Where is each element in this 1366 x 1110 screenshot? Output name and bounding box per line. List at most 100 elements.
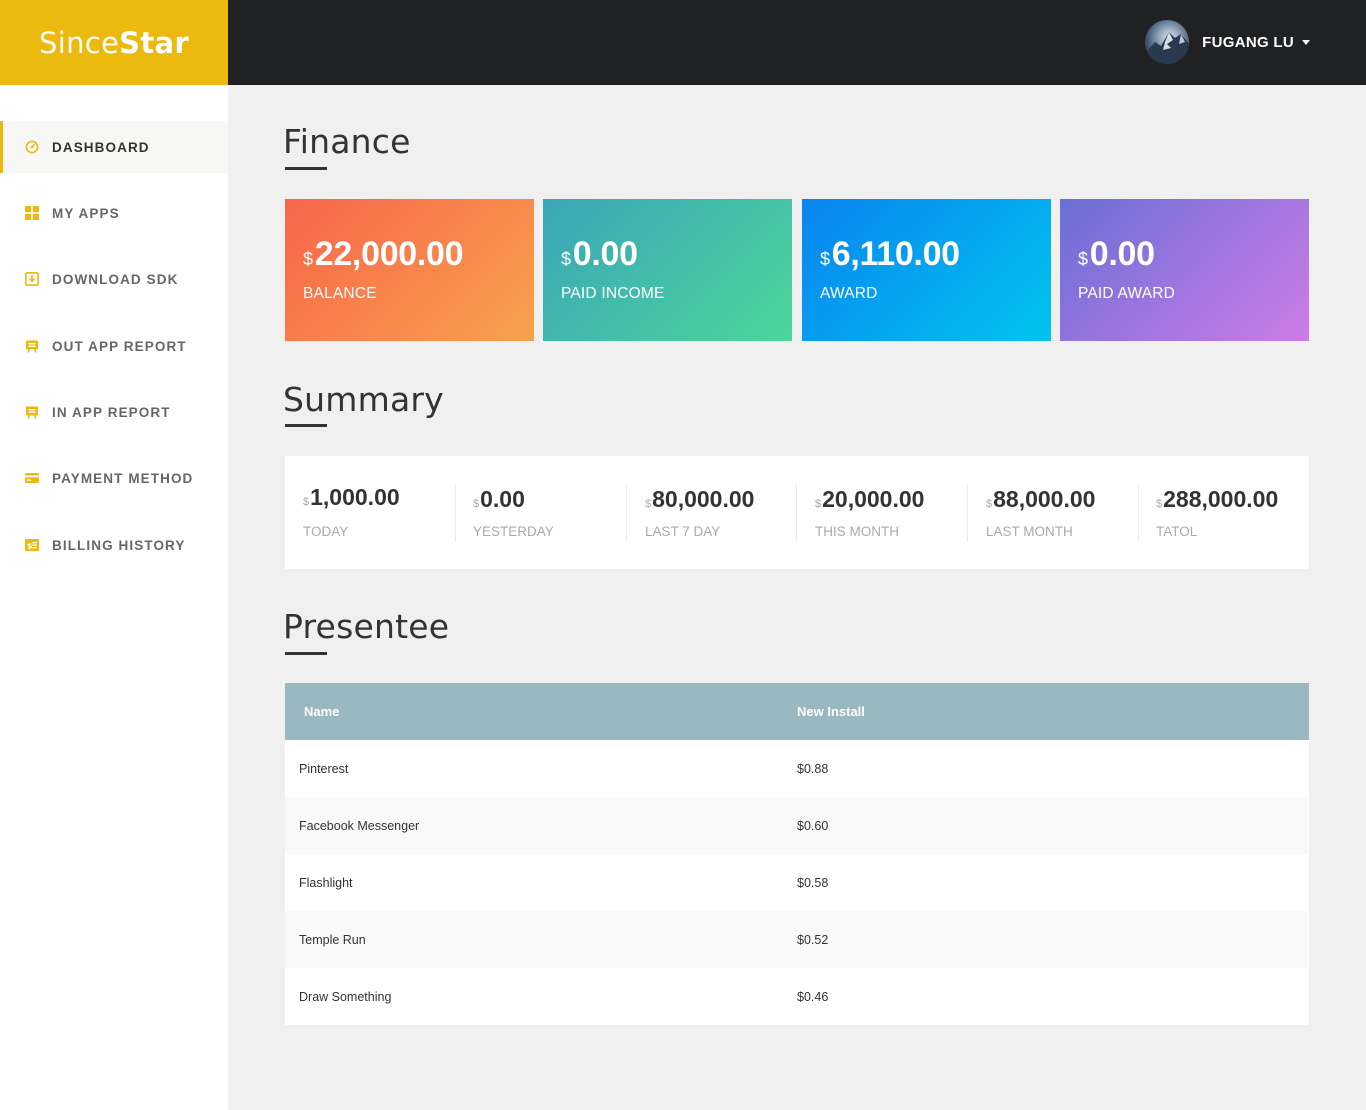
column-header-name[interactable]: Name bbox=[285, 704, 797, 719]
download-icon bbox=[25, 272, 39, 286]
user-name[interactable]: FUGANG LU bbox=[1202, 34, 1294, 51]
sidebar-item-download-sdk[interactable]: DOWNLOAD SDK bbox=[0, 253, 228, 305]
summary-value: 80,000.00 bbox=[652, 486, 755, 512]
finance-title: Finance bbox=[283, 122, 411, 161]
dashboard-icon bbox=[25, 140, 39, 154]
sidebar-item-out-app-report[interactable]: OUT APP REPORT bbox=[0, 320, 228, 372]
summary-label: LAST 7 DAY bbox=[645, 524, 721, 539]
summary-label: TATOL bbox=[1156, 524, 1198, 539]
divider bbox=[967, 484, 968, 542]
divider bbox=[1138, 484, 1139, 542]
table-header: Name New Install bbox=[285, 683, 1309, 740]
presentee-underline bbox=[285, 652, 327, 655]
summary-amount: $1,000.00 bbox=[303, 484, 400, 511]
currency-symbol: $ bbox=[815, 498, 822, 510]
sidebar: DASHBOARD MY APPS DOWNLOAD SDK OUT APP R… bbox=[0, 85, 228, 1110]
divider bbox=[626, 484, 627, 542]
sidebar-item-label: MY APPS bbox=[52, 205, 120, 221]
summary-value: 288,000.00 bbox=[1163, 486, 1279, 512]
balance-card[interactable]: $22,000.00 BALANCE bbox=[285, 199, 534, 341]
credit-card-icon bbox=[25, 471, 39, 485]
currency-symbol: $ bbox=[1156, 498, 1163, 510]
row-value: $0.52 bbox=[797, 932, 829, 947]
summary-label: LAST MONTH bbox=[986, 524, 1073, 539]
mountain-photo-icon bbox=[1145, 32, 1190, 64]
sidebar-item-payment-method[interactable]: PAYMENT METHOD bbox=[0, 452, 228, 504]
sidebar-item-label: BILLING HISTORY bbox=[52, 537, 186, 553]
card-value: 0.00 bbox=[1089, 235, 1155, 273]
row-name: Pinterest bbox=[299, 761, 349, 776]
sidebar-item-label: PAYMENT METHOD bbox=[52, 470, 194, 486]
summary-value: 88,000.00 bbox=[993, 486, 1096, 512]
table-row[interactable]: Flashlight $0.58 bbox=[285, 854, 1309, 911]
paid-award-card[interactable]: $0.00 PAID AWARD bbox=[1060, 199, 1309, 341]
sidebar-item-my-apps[interactable]: MY APPS bbox=[0, 187, 228, 239]
card-value: 0.00 bbox=[572, 235, 638, 273]
sidebar-item-label: DASHBOARD bbox=[52, 139, 150, 155]
user-menu[interactable]: FUGANG LU bbox=[1145, 20, 1310, 64]
sidebar-item-billing-history[interactable]: $ BILLING HISTORY bbox=[0, 519, 228, 571]
card-amount: $0.00 bbox=[561, 235, 638, 274]
sidebar-item-in-app-report[interactable]: IN APP REPORT bbox=[0, 386, 228, 438]
table-row[interactable]: Draw Something $0.46 bbox=[285, 968, 1309, 1025]
sidebar-item-label: DOWNLOAD SDK bbox=[52, 271, 179, 287]
table-row[interactable]: Facebook Messenger $0.60 bbox=[285, 797, 1309, 854]
currency-symbol: $ bbox=[645, 498, 652, 510]
card-amount: $22,000.00 bbox=[303, 235, 464, 274]
summary-underline bbox=[285, 424, 327, 427]
summary-title: Summary bbox=[283, 380, 444, 419]
currency-symbol: $ bbox=[1078, 249, 1088, 269]
summary-label: THIS MONTH bbox=[815, 524, 899, 539]
presentee-table: Name New Install Pinterest $0.88 Faceboo… bbox=[285, 683, 1309, 1025]
card-label: AWARD bbox=[820, 285, 878, 302]
presentee-title: Presentee bbox=[283, 607, 450, 646]
summary-label: YESTERDAY bbox=[473, 524, 554, 539]
report-icon bbox=[25, 405, 39, 419]
divider bbox=[455, 484, 456, 542]
currency-symbol: $ bbox=[820, 249, 830, 269]
summary-value: 0.00 bbox=[480, 486, 525, 512]
card-label: PAID AWARD bbox=[1078, 285, 1176, 302]
summary-amount: $88,000.00 bbox=[986, 486, 1095, 513]
table-row[interactable]: Temple Run $0.52 bbox=[285, 911, 1309, 968]
divider bbox=[796, 484, 797, 542]
sidebar-item-dashboard[interactable]: DASHBOARD bbox=[0, 121, 228, 173]
card-label: BALANCE bbox=[303, 285, 377, 302]
report-icon bbox=[25, 339, 39, 353]
row-name: Draw Something bbox=[299, 989, 392, 1004]
card-amount: $0.00 bbox=[1078, 235, 1155, 274]
brand-name-light: Since bbox=[39, 25, 120, 60]
column-header-new-install[interactable]: New Install bbox=[797, 704, 865, 719]
currency-symbol: $ bbox=[473, 498, 480, 510]
caret-down-icon[interactable] bbox=[1302, 39, 1310, 45]
summary-panel: $1,000.00 TODAY $0.00 YESTERDAY $80,000.… bbox=[285, 456, 1309, 569]
paid-income-card[interactable]: $0.00 PAID INCOME bbox=[543, 199, 792, 341]
currency-symbol: $ bbox=[986, 498, 993, 510]
row-value: $0.46 bbox=[797, 989, 829, 1004]
brand-logo[interactable]: Since Star bbox=[0, 0, 228, 85]
table-row[interactable]: Pinterest $0.88 bbox=[285, 740, 1309, 797]
summary-label: TODAY bbox=[303, 524, 349, 539]
summary-amount: $288,000.00 bbox=[1156, 486, 1278, 513]
billing-icon: $ bbox=[25, 538, 39, 552]
summary-amount: $0.00 bbox=[473, 486, 525, 513]
summary-value: 20,000.00 bbox=[822, 486, 925, 512]
card-value: 22,000.00 bbox=[314, 235, 464, 273]
award-card[interactable]: $6,110.00 AWARD bbox=[802, 199, 1051, 341]
apps-grid-icon bbox=[25, 206, 39, 220]
row-name: Facebook Messenger bbox=[299, 818, 420, 833]
currency-symbol: $ bbox=[303, 249, 313, 269]
summary-amount: $20,000.00 bbox=[815, 486, 924, 513]
avatar[interactable] bbox=[1145, 20, 1190, 64]
row-name: Temple Run bbox=[299, 932, 366, 947]
summary-value: 1,000.00 bbox=[310, 484, 400, 510]
card-amount: $6,110.00 bbox=[820, 235, 960, 274]
brand-name-bold: Star bbox=[119, 25, 189, 60]
card-value: 6,110.00 bbox=[831, 235, 960, 273]
currency-symbol: $ bbox=[561, 249, 571, 269]
currency-symbol: $ bbox=[303, 496, 310, 508]
sidebar-item-label: OUT APP REPORT bbox=[52, 338, 187, 354]
row-value: $0.60 bbox=[797, 818, 829, 833]
row-value: $0.58 bbox=[797, 875, 829, 890]
card-label: PAID INCOME bbox=[561, 285, 665, 302]
